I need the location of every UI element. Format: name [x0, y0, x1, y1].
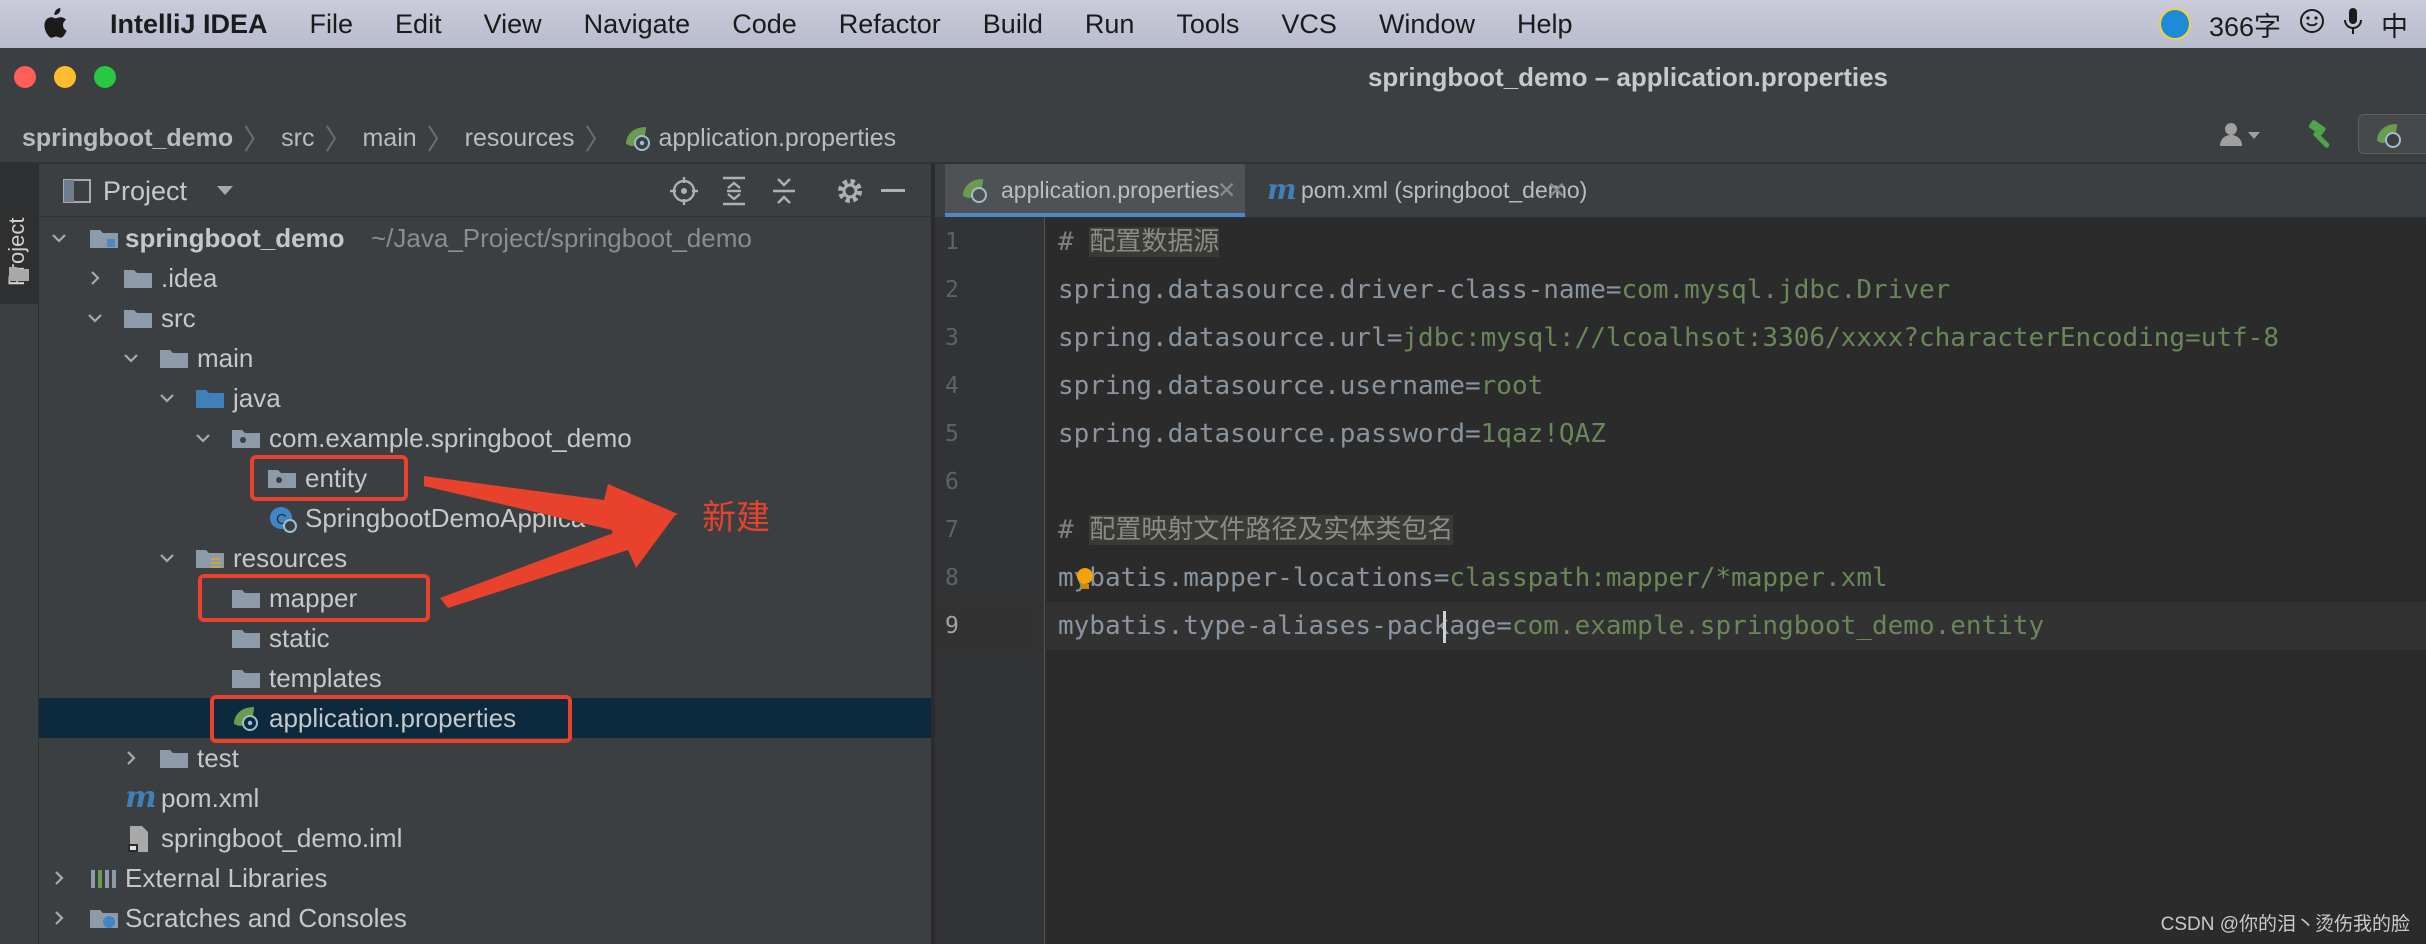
annotation-arrows — [424, 476, 678, 608]
annotation-note: 新建 — [702, 499, 770, 537]
annotation-arrow-mapper — [440, 514, 676, 608]
watermark: CSDN @你的泪丶烫伤我的脸 — [2160, 914, 2410, 935]
